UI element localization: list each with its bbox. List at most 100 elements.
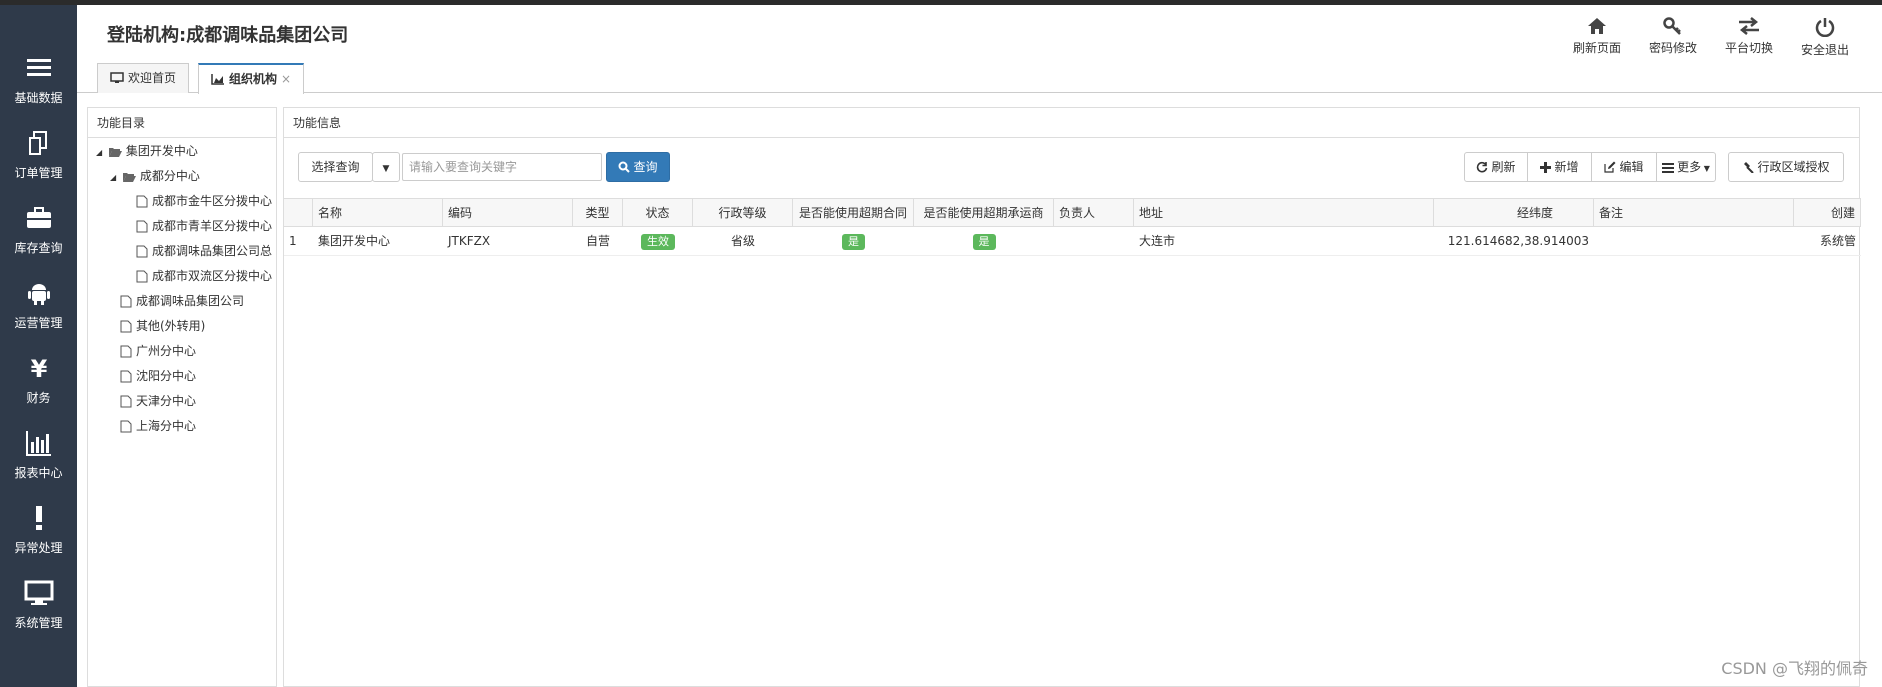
tree-node-tianjin[interactable]: 天津分中心 bbox=[120, 391, 196, 411]
swap-icon bbox=[1739, 17, 1759, 35]
edit-icon bbox=[1604, 161, 1616, 173]
sidebar-item-exceptions[interactable]: 异常处理 bbox=[0, 495, 77, 565]
region-auth-label: 行政区域授权 bbox=[1757, 160, 1830, 174]
query-button[interactable]: 查询 bbox=[606, 152, 670, 182]
tree-node-label: 集团开发中心 bbox=[125, 144, 198, 158]
col-header-overdue-carrier[interactable]: 是否能使用超期承运商 bbox=[914, 199, 1054, 227]
area-chart-icon bbox=[211, 74, 224, 85]
cell-address: 大连市 bbox=[1139, 234, 1176, 248]
col-header-remark[interactable]: 备注 bbox=[1594, 199, 1794, 227]
add-button[interactable]: 新增 bbox=[1527, 152, 1592, 182]
sidebar-item-finance[interactable]: ¥ 财务 bbox=[0, 345, 77, 415]
col-header-status[interactable]: 状态 bbox=[623, 199, 693, 227]
col-header-code[interactable]: 编码 bbox=[443, 199, 573, 227]
tab-bar: 欢迎首页 组织机构 × bbox=[77, 63, 1882, 94]
file-icon bbox=[120, 345, 132, 358]
table-row[interactable]: 1 集团开发中心 JTKFZX 自营 生效 省级 是 是 大连市 121.614… bbox=[284, 227, 1861, 256]
sidebar-item-system[interactable]: 系统管理 bbox=[0, 570, 77, 640]
cell-creator: 系统管 bbox=[1819, 234, 1856, 248]
tree-node-shenyang[interactable]: 沈阳分中心 bbox=[120, 366, 196, 386]
gavel-icon bbox=[1744, 162, 1755, 174]
more-label: 更多 bbox=[1677, 160, 1702, 174]
info-panel-title: 功能信息 bbox=[284, 108, 1859, 138]
logout-button[interactable]: 安全退出 bbox=[1790, 13, 1860, 63]
col-header-owner[interactable]: 负责人 bbox=[1054, 199, 1134, 227]
col-header-name[interactable]: 名称 bbox=[313, 199, 443, 227]
exclamation-icon bbox=[36, 506, 42, 530]
tree-node-label: 天津分中心 bbox=[136, 394, 197, 408]
tree-node-condiment-group[interactable]: 成都调味品集团公司 bbox=[120, 291, 244, 311]
folder-open-icon bbox=[122, 173, 136, 182]
tree-expanded-icon[interactable]: ◢ bbox=[110, 168, 118, 188]
more-button[interactable]: 更多 ▼ bbox=[1656, 152, 1716, 182]
tree-node-chengdu-center[interactable]: ◢ 成都分中心 bbox=[110, 166, 200, 186]
copy-icon bbox=[29, 131, 47, 155]
tab-organization[interactable]: 组织机构 × bbox=[198, 63, 305, 94]
tree-node-label: 成都市金牛区分拨中心 bbox=[152, 194, 273, 208]
table-header-row: 名称 编码 类型 状态 行政等级 是否能使用超期合同 是否能使用超期承运商 负责… bbox=[284, 198, 1861, 227]
cell-code: JTKFZX bbox=[448, 234, 491, 248]
tree-node-shanghai[interactable]: 上海分中心 bbox=[120, 416, 196, 436]
tree-node-jinniu[interactable]: 成都市金牛区分拨中心 bbox=[136, 191, 272, 211]
col-header-type[interactable]: 类型 bbox=[573, 199, 623, 227]
cell-index: 1 bbox=[289, 234, 297, 248]
tab-welcome[interactable]: 欢迎首页 bbox=[97, 63, 190, 93]
sidebar-item-label: 订单管理 bbox=[14, 166, 63, 180]
function-info-panel: 功能信息 选择查询 ▼ 请输入要查询关键字 查询 刷新 新增 编辑 更多 ▼ 行… bbox=[283, 107, 1861, 687]
file-icon bbox=[120, 370, 132, 383]
tree-node-label: 成都调味品集团公司总 bbox=[152, 244, 273, 258]
caret-down-icon: ▼ bbox=[1701, 164, 1710, 173]
function-tree-panel: 功能目录 ◢ 集团开发中心 ◢ 成都分中心 成都市金牛区分拨中心 成都市青羊区分… bbox=[87, 107, 277, 687]
search-input[interactable]: 请输入要查询关键字 bbox=[402, 153, 602, 181]
select-query-dropdown[interactable]: ▼ bbox=[372, 152, 400, 182]
refresh-page-button[interactable]: 刷新页面 bbox=[1562, 13, 1632, 63]
yes-badge: 是 bbox=[972, 234, 996, 250]
tab-organization-label: 组织机构 bbox=[229, 72, 278, 86]
file-icon bbox=[120, 395, 132, 408]
edit-button[interactable]: 编辑 bbox=[1591, 152, 1657, 182]
tab-close-icon[interactable]: × bbox=[281, 72, 291, 86]
cell-overdue-contract: 是 bbox=[793, 227, 914, 255]
refresh-label: 刷新 bbox=[1491, 160, 1516, 174]
sidebar-item-operations[interactable]: 运营管理 bbox=[0, 270, 77, 340]
yes-badge: 是 bbox=[842, 234, 865, 250]
header: 登陆机构:成都调味品集团公司 刷新页面 密码修改 平台切换 安全退出 bbox=[77, 5, 1882, 63]
sidebar-item-reports[interactable]: 报表中心 bbox=[0, 420, 77, 490]
yen-icon: ¥ bbox=[31, 355, 48, 383]
tree-node-shuangliu[interactable]: 成都市双流区分拨中心 bbox=[136, 266, 272, 286]
tree-node-condiment-hq[interactable]: 成都调味品集团公司总 bbox=[136, 241, 276, 261]
add-label: 新增 bbox=[1554, 160, 1579, 174]
change-password-button[interactable]: 密码修改 bbox=[1638, 13, 1708, 63]
col-header-coords[interactable]: 经纬度 bbox=[1434, 199, 1594, 227]
page-title: 登陆机构:成都调味品集团公司 bbox=[107, 25, 349, 46]
col-header-level[interactable]: 行政等级 bbox=[693, 199, 793, 227]
sidebar-item-orders[interactable]: 订单管理 bbox=[0, 120, 77, 190]
select-query-button[interactable]: 选择查询 bbox=[298, 152, 373, 182]
key-icon bbox=[1663, 17, 1681, 35]
tree-node-guangzhou[interactable]: 广州分中心 bbox=[120, 341, 196, 361]
tree-node-other[interactable]: 其他(外转用) bbox=[120, 316, 205, 336]
region-auth-button[interactable]: 行政区域授权 bbox=[1728, 152, 1844, 182]
col-header-address[interactable]: 地址 bbox=[1134, 199, 1434, 227]
edit-label: 编辑 bbox=[1619, 160, 1644, 174]
platform-switch-button[interactable]: 平台切换 bbox=[1714, 13, 1784, 63]
tree-node-label: 成都市双流区分拨中心 bbox=[152, 269, 273, 283]
tree-node-qingyang[interactable]: 成都市青羊区分拨中心 bbox=[136, 216, 272, 236]
power-icon bbox=[1815, 18, 1835, 37]
sidebar-item-label: 报表中心 bbox=[14, 466, 63, 480]
refresh-page-label: 刷新页面 bbox=[1572, 41, 1621, 55]
refresh-button[interactable]: 刷新 bbox=[1464, 152, 1528, 182]
tree-expanded-icon[interactable]: ◢ bbox=[96, 143, 104, 163]
cell-name: 集团开发中心 bbox=[318, 234, 391, 248]
cell-level: 省级 bbox=[730, 234, 755, 248]
file-icon bbox=[136, 195, 148, 208]
col-header-overdue-contract[interactable]: 是否能使用超期合同 bbox=[793, 199, 914, 227]
file-icon bbox=[136, 270, 148, 283]
sidebar-item-label: 基础数据 bbox=[14, 91, 63, 105]
sidebar-item-basic-data[interactable]: 基础数据 bbox=[0, 45, 77, 115]
tree-node-group-dev-center[interactable]: ◢ 集团开发中心 bbox=[96, 141, 198, 161]
cell-type: 自营 bbox=[585, 234, 610, 248]
list-icon bbox=[1662, 163, 1675, 173]
sidebar-item-inventory[interactable]: 库存查询 bbox=[0, 195, 77, 265]
col-header-creator[interactable]: 创建 bbox=[1794, 199, 1861, 227]
